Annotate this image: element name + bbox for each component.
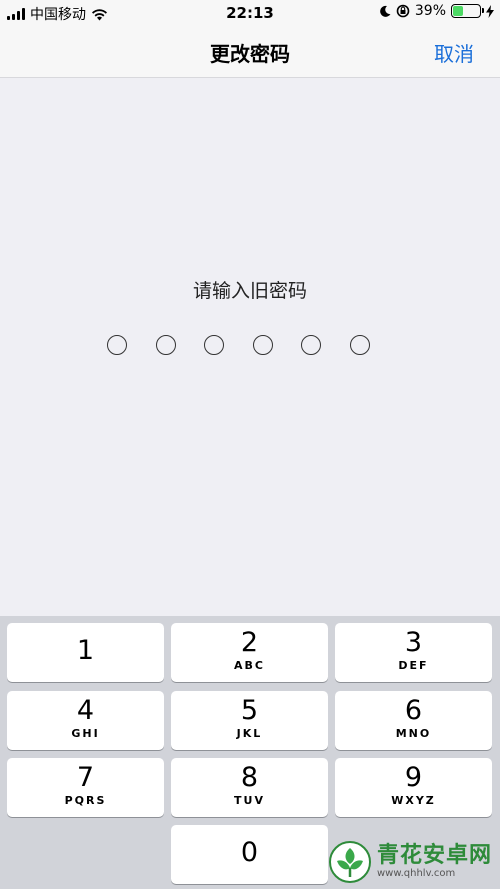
passcode-dots bbox=[107, 335, 370, 355]
key-9[interactable]: 9 WXYZ bbox=[335, 758, 492, 817]
status-bar: 中国移动 22:13 39% bbox=[0, 0, 500, 26]
key-letters: JKL bbox=[236, 727, 263, 740]
rotation-lock-icon bbox=[396, 4, 410, 18]
key-digit: 9 bbox=[404, 762, 423, 793]
key-digit: 6 bbox=[404, 695, 423, 726]
key-2[interactable]: 2 ABC bbox=[171, 623, 328, 682]
watermark-logo-icon bbox=[328, 841, 371, 883]
key-letters: MNO bbox=[395, 727, 432, 740]
watermark-url: www.qhhlv.com bbox=[376, 868, 456, 879]
key-digit: 1 bbox=[76, 635, 95, 666]
passcode-dot bbox=[155, 335, 176, 355]
key-digit: 3 bbox=[404, 627, 423, 658]
key-3[interactable]: 3 DEF bbox=[335, 623, 492, 682]
cancel-button[interactable]: 取消 bbox=[434, 38, 474, 67]
key-5[interactable]: 5 JKL bbox=[171, 691, 328, 750]
key-digit: 8 bbox=[240, 762, 259, 793]
key-letters: ABC bbox=[234, 659, 265, 672]
page-title: 更改密码 bbox=[210, 42, 290, 66]
watermark: 青花安卓网 www.qhhlv.com bbox=[328, 841, 492, 883]
passcode-dot bbox=[349, 335, 370, 355]
passcode-prompt: 请输入旧密码 bbox=[192, 280, 307, 302]
battery-icon bbox=[451, 4, 484, 18]
key-4[interactable]: 4 GHI bbox=[7, 691, 164, 750]
key-digit: 5 bbox=[240, 695, 259, 726]
charging-icon bbox=[486, 4, 494, 18]
passcode-dot bbox=[301, 335, 321, 355]
key-digit: 0 bbox=[240, 837, 259, 868]
key-letters: PQRS bbox=[64, 794, 107, 807]
key-letters: GHI bbox=[71, 727, 100, 740]
passcode-dot bbox=[107, 335, 127, 355]
key-letters: WXYZ bbox=[391, 794, 436, 807]
key-digit: 7 bbox=[76, 762, 95, 793]
key-0[interactable]: 0 bbox=[171, 825, 328, 884]
key-7[interactable]: 7 PQRS bbox=[7, 758, 164, 817]
key-letters: TUV bbox=[234, 794, 265, 807]
key-1[interactable]: 1 bbox=[7, 623, 164, 682]
passcode-dot bbox=[252, 335, 273, 355]
moon-icon bbox=[380, 5, 391, 17]
watermark-text: 青花安卓网 www.qhhlv.com bbox=[377, 844, 492, 880]
watermark-name: 青花安卓网 bbox=[376, 843, 492, 868]
navigation-bar: 更改密码 取消 bbox=[0, 26, 500, 78]
status-right: 39% bbox=[380, 3, 494, 19]
key-digit: 2 bbox=[240, 627, 259, 658]
key-6[interactable]: 6 MNO bbox=[335, 691, 492, 750]
battery-percent: 39% bbox=[414, 3, 446, 19]
passcode-dot bbox=[204, 335, 224, 355]
battery-fill bbox=[453, 6, 464, 16]
key-letters: DEF bbox=[398, 659, 429, 672]
key-digit: 4 bbox=[76, 695, 95, 726]
key-8[interactable]: 8 TUV bbox=[171, 758, 328, 817]
